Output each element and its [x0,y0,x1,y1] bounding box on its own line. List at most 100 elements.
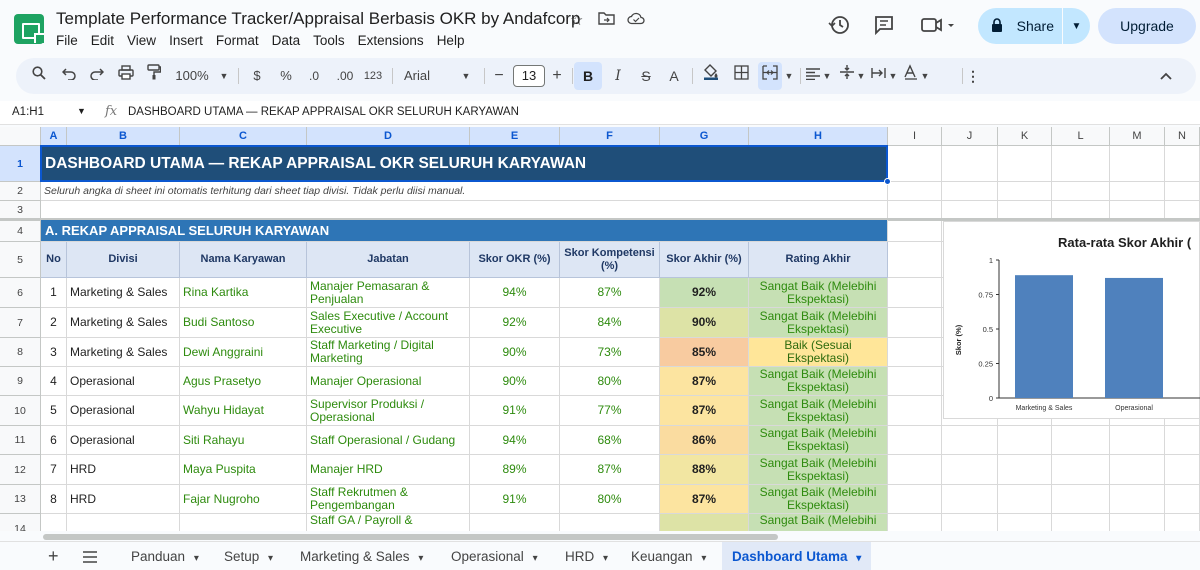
hide-menus-icon[interactable] [1156,58,1176,94]
cell-k14[interactable] [998,514,1052,531]
cell-skor-okr[interactable]: 91% [470,396,560,426]
cell-nama[interactable]: Maya Puspita [180,455,307,485]
tab-dropdown-icon[interactable]: ▾ [530,553,538,564]
cell-i7[interactable] [888,308,942,338]
font-dropdown-icon[interactable]: ▼ [460,58,472,94]
cell-jabatan[interactable]: Staff GA / Payroll & [307,514,470,531]
cell-skor-kompetensi[interactable]: 68% [560,426,660,455]
cell-jabatan[interactable]: Staff Rekrutmen & Pengembangan [307,485,470,514]
row-header-9[interactable]: 9 [0,367,41,396]
formula-input[interactable]: DASHBOARD UTAMA — REKAP APPRAISAL OKR SE… [128,106,519,118]
name-box-dropdown-icon[interactable]: ▼ [77,106,86,116]
cell-jabatan[interactable]: Manajer Operasional [307,367,470,396]
cell-no[interactable]: 3 [41,338,67,367]
menu-view[interactable]: View [127,33,156,48]
cell-n2[interactable] [1165,182,1200,201]
cell-skor-akhir[interactable]: 90% [660,308,749,338]
cell-skor-kompetensi[interactable]: 87% [560,278,660,308]
tab-dropdown-icon[interactable]: ▾ [854,553,861,564]
cell-i12[interactable] [888,455,942,485]
sheet-tab-operasional[interactable]: Operasional ▾ [451,542,538,570]
cell-nama[interactable]: Siti Rahayu [180,426,307,455]
column-header-l[interactable]: L [1052,127,1110,146]
cell-skor-okr[interactable] [470,514,560,531]
cell-divisi[interactable]: HRD [67,485,180,514]
search-menus-icon[interactable] [30,58,48,94]
cell-i6[interactable] [888,278,942,308]
cell-k12[interactable] [998,455,1052,485]
header-jabatan[interactable]: Jabatan [307,242,470,278]
cell-m12[interactable] [1110,455,1165,485]
bold-button[interactable]: B [574,62,602,90]
cell-m11[interactable] [1110,426,1165,455]
chart-bar-1[interactable] [1105,277,1163,398]
cell-nama[interactable]: Rina Kartika [180,278,307,308]
cell-skor-akhir[interactable]: 87% [660,396,749,426]
currency-format-button[interactable]: $ [250,58,264,94]
cell-skor-okr[interactable]: 94% [470,278,560,308]
cell-rating-akhir[interactable]: Sangat Baik (Melebihi [749,514,888,531]
chart-bar-0[interactable] [1015,275,1073,398]
cell-nama[interactable]: Fajar Nugroho [180,485,307,514]
decrease-decimal-button[interactable]: .0 [304,58,324,94]
cell-i13[interactable] [888,485,942,514]
font-select[interactable]: Arial [404,58,444,94]
cell-skor-okr[interactable]: 91% [470,485,560,514]
cell-j14[interactable] [942,514,998,531]
wrap-dropdown-icon[interactable]: ▼ [888,58,898,94]
share-dropdown-icon[interactable]: ▼ [1063,21,1090,32]
row-header-12[interactable]: 12 [0,455,41,485]
star-icon[interactable]: ☆ [570,11,583,29]
font-size-input[interactable]: 13 [513,65,545,87]
undo-icon[interactable] [60,58,78,94]
cell-divisi[interactable]: HRD [67,455,180,485]
borders-icon[interactable] [730,58,752,94]
cell-rating-akhir[interactable]: Sangat Baik (Melebihi Ekspektasi) [749,485,888,514]
cell-rating-akhir[interactable]: Sangat Baik (Melebihi Ekspektasi) [749,278,888,308]
cell-rating-akhir[interactable]: Sangat Baik (Melebihi Ekspektasi) [749,308,888,338]
cell-no[interactable]: 2 [41,308,67,338]
cell-rating-akhir[interactable]: Baik (Sesuai Ekspektasi) [749,338,888,367]
menu-edit[interactable]: Edit [91,33,114,48]
cell-rating-akhir[interactable]: Sangat Baik (Melebihi Ekspektasi) [749,426,888,455]
cell-n11[interactable] [1165,426,1200,455]
cell-skor-akhir[interactable] [660,514,749,531]
cell-i4[interactable] [888,220,942,242]
header-skor-okr[interactable]: Skor OKR (%) [470,242,560,278]
upgrade-button[interactable]: Upgrade [1098,8,1196,44]
cell-divisi[interactable]: Operasional [67,426,180,455]
cell-m2[interactable] [1110,182,1165,201]
text-color-button[interactable]: A [666,58,682,94]
tab-dropdown-icon[interactable]: ▾ [699,553,706,564]
tab-dropdown-icon[interactable]: ▾ [265,553,273,564]
cell-skor-akhir[interactable]: 86% [660,426,749,455]
fill-color-icon[interactable] [700,58,722,94]
cell-k2[interactable] [998,182,1052,201]
cell-m13[interactable] [1110,485,1165,514]
cell-l1[interactable] [1052,146,1110,182]
cell-no[interactable]: 4 [41,367,67,396]
cell-no[interactable]: 1 [41,278,67,308]
column-header-a[interactable]: A [41,127,67,146]
zoom-select[interactable]: 100% [174,58,210,94]
row-header-2[interactable]: 2 [0,182,41,201]
cell-skor-akhir[interactable]: 85% [660,338,749,367]
cell-nama[interactable] [180,514,307,531]
version-history-icon[interactable] [828,14,850,41]
sheet-tab-hrd[interactable]: HRD ▾ [565,542,608,570]
number-format-button[interactable]: 123 [362,58,384,94]
sheet-tab-setup[interactable]: Setup ▾ [224,542,273,570]
header-skor-akhir[interactable]: Skor Akhir (%) [660,242,749,278]
select-all-corner[interactable] [0,127,41,146]
row-header-14[interactable]: 14 [0,514,41,531]
name-box[interactable]: A1:H1 [12,106,44,118]
paint-format-icon[interactable] [144,58,164,94]
sheet-tab-dashboard-utama[interactable]: Dashboard Utama ▾ [722,542,872,570]
cell-j12[interactable] [942,455,998,485]
increase-decimal-button[interactable]: .00 [332,58,358,94]
column-header-k[interactable]: K [998,127,1052,146]
row-header-11[interactable]: 11 [0,426,41,455]
merge-cells-icon[interactable] [758,62,782,90]
section-a-title[interactable]: A. REKAP APPRAISAL SELURUH KARYAWAN [41,220,888,242]
header-nama-karyawan[interactable]: Nama Karyawan [180,242,307,278]
